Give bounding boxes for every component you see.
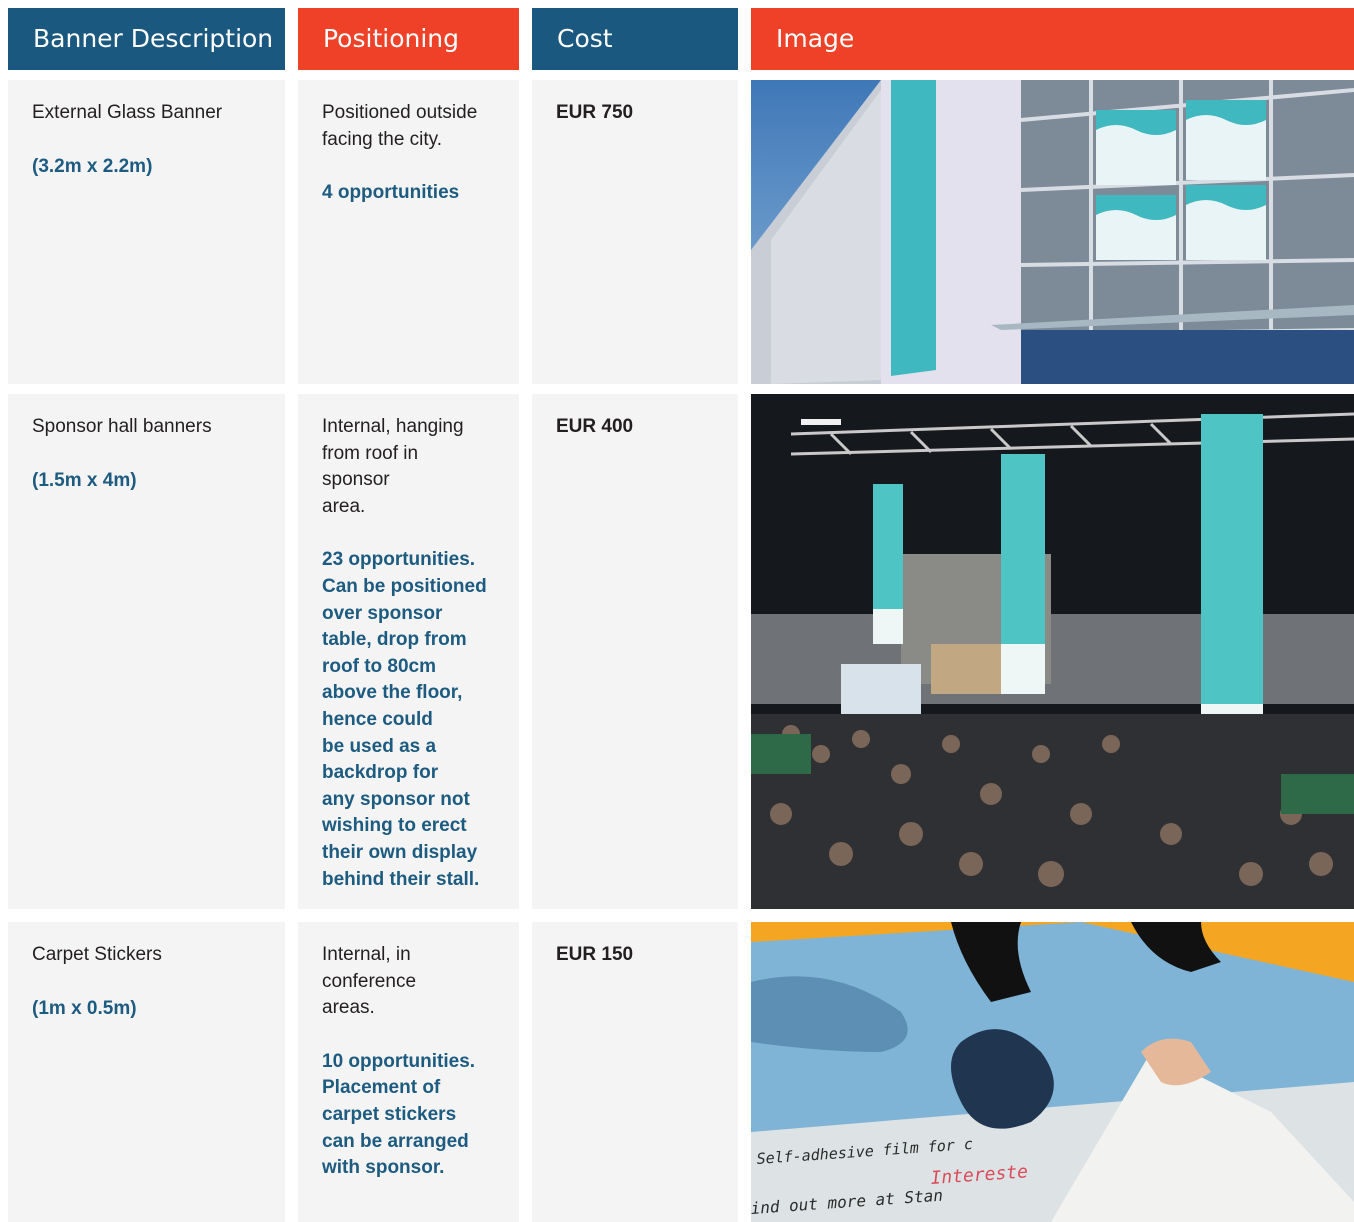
position-line: sponsor [322, 469, 390, 491]
opportunities-line: hence could [322, 708, 433, 730]
opportunities-line: can be arranged [322, 1130, 469, 1152]
row-2-position-text: Internal, hanging from roof in sponsor a… [322, 414, 495, 520]
row-3-title: Carpet Stickers [32, 944, 162, 965]
position-line: Positioned outside [322, 102, 478, 123]
header-banner-description: Banner Description [8, 8, 285, 70]
row-2-opportunities: 23 opportunities. Can be positioned over… [322, 547, 495, 893]
row-1-positioning-cell: Positioned outside facing the city. 4 op… [298, 80, 519, 384]
opportunities-line: table, drop from [322, 629, 467, 651]
row-1-opportunities: 4 opportunities [322, 180, 495, 207]
row-2-cost-cell: EUR 400 [532, 394, 738, 909]
row-2-positioning-cell: Internal, hanging from roof in sponsor a… [298, 394, 519, 909]
opportunities-line: 4 opportunities [322, 182, 460, 204]
row-2-description-cell: Sponsor hall banners (1.5m x 4m) [8, 394, 285, 909]
row-2-size: (1.5m x 4m) [32, 469, 137, 491]
opportunities-line: be used as a [322, 735, 437, 757]
row-1-title: External Glass Banner [32, 102, 223, 123]
opportunities-line: wishing to erect [322, 815, 467, 837]
row-2-cost: EUR 400 [556, 416, 634, 437]
opportunities-line: behind their stall. [322, 868, 480, 890]
row-1-size: (3.2m x 2.2m) [32, 155, 153, 177]
opportunities-line: above the floor, [322, 682, 463, 704]
position-line: from roof in [322, 442, 419, 464]
position-line: facing the city. [322, 128, 443, 150]
opportunities-line: 10 opportunities. [322, 1050, 476, 1072]
position-line: Internal, hanging [322, 416, 464, 437]
row-3-opportunities: 10 opportunities. Placement of carpet st… [322, 1049, 495, 1182]
row-1-cost-cell: EUR 750 [532, 80, 738, 384]
building-exterior-photo [751, 80, 1354, 384]
opportunities-line: 23 opportunities. [322, 549, 476, 571]
carpet-sticker-photo: Self-adhesive film for c Intereste ind o… [751, 922, 1354, 1222]
header-image: Image [751, 8, 1354, 70]
sponsor-hall-photo [751, 394, 1354, 909]
opportunities-line: their own display [322, 841, 478, 863]
row-1-position-text: Positioned outside facing the city. [322, 100, 495, 153]
opportunities-line: over sponsor [322, 602, 443, 624]
row-3-positioning-cell: Internal, in conference areas. 10 opport… [298, 922, 519, 1222]
row-3-cost: EUR 150 [556, 944, 634, 965]
row-1-description-cell: External Glass Banner (3.2m x 2.2m) [8, 80, 285, 384]
row-3-size: (1m x 0.5m) [32, 997, 137, 1019]
position-line: Internal, in [322, 944, 411, 965]
position-line: areas. [322, 997, 375, 1019]
opportunities-line: with sponsor. [322, 1157, 445, 1179]
row-1-cost: EUR 750 [556, 102, 634, 123]
row-3-cost-cell: EUR 150 [532, 922, 738, 1222]
opportunities-line: Placement of [322, 1077, 441, 1099]
opportunities-line: roof to 80cm [322, 655, 437, 677]
opportunities-line: carpet stickers [322, 1103, 457, 1125]
row-2-title: Sponsor hall banners [32, 416, 212, 437]
position-line: conference [322, 970, 417, 992]
opportunities-line: backdrop for [322, 762, 439, 784]
position-line: area. [322, 495, 366, 517]
header-positioning: Positioning [298, 8, 519, 70]
row-3-description-cell: Carpet Stickers (1m x 0.5m) [8, 922, 285, 1222]
header-cost: Cost [532, 8, 738, 70]
opportunities-line: Can be positioned [322, 575, 487, 597]
opportunities-line: any sponsor not [322, 788, 470, 810]
row-3-position-text: Internal, in conference areas. [322, 942, 495, 1022]
